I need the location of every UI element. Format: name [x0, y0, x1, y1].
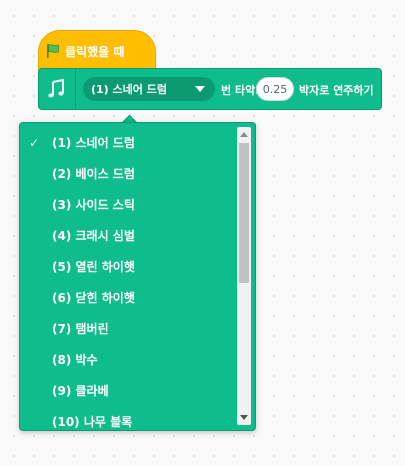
- drum-menu-item-label: (5) 열린 하이햇: [52, 260, 135, 274]
- green-flag-icon: [47, 44, 59, 58]
- drum-dropdown-menu: ✓ (1) 스네어 드럼 (2) 베이스 드럼 (3) 사이드 스틱 (4) 크래시 심…: [19, 122, 256, 431]
- checkmark-icon: ✓: [29, 135, 40, 150]
- drum-menu-item[interactable]: (5) 열린 하이햇: [20, 251, 232, 282]
- drum-menu-item-label: (3) 사이드 스틱: [52, 198, 135, 212]
- hat-block-row: 클릭했을 때: [45, 41, 124, 61]
- music-notes-icon: [48, 78, 64, 98]
- drum-menu-item-label: (10) 나무 블록: [52, 415, 133, 429]
- drum-menu-list: ✓ (1) 스네어 드럼 (2) 베이스 드럼 (3) 사이드 스틱 (4) 크래시 심…: [20, 127, 232, 430]
- drum-menu-item[interactable]: (10) 나무 블록: [20, 406, 232, 430]
- music-extension-icon-area: [39, 69, 76, 109]
- drum-menu-item-label: (7) 탬버린: [52, 322, 109, 336]
- drum-menu-item[interactable]: (9) 클라베: [20, 375, 232, 406]
- drum-dropdown-value: (1) 스네어 드럼: [91, 83, 167, 96]
- hat-block-label: 클릭했을 때: [65, 44, 125, 59]
- drum-menu-item-label: (2) 베이스 드럼: [52, 167, 135, 181]
- drum-menu-item-label: (4) 크래시 심벌: [52, 229, 135, 243]
- drum-menu-item[interactable]: (7) 탬버린: [20, 313, 232, 344]
- scroll-down-arrow-icon[interactable]: [240, 415, 248, 420]
- scroll-up-arrow-icon[interactable]: [240, 132, 248, 137]
- chevron-down-icon: [195, 86, 205, 92]
- dropdown-scrollbar[interactable]: [237, 127, 251, 425]
- drum-menu-item-label: (9) 클라베: [52, 384, 109, 398]
- beats-input[interactable]: 0.25: [256, 77, 294, 101]
- drum-menu-item-label: (8) 박수: [52, 353, 98, 367]
- scrollbar-thumb[interactable]: [239, 143, 249, 283]
- drum-menu-item[interactable]: ✓ (1) 스네어 드럼: [20, 127, 232, 158]
- play-drum-block[interactable]: (1) 스네어 드럼 번 타악기를 0.25 박자로 연주하기: [38, 68, 382, 110]
- drum-menu-item[interactable]: (8) 박수: [20, 344, 232, 375]
- drum-dropdown[interactable]: (1) 스네어 드럼: [83, 77, 215, 101]
- drum-menu-item[interactable]: (4) 크래시 심벌: [20, 220, 232, 251]
- drum-menu-item[interactable]: (2) 베이스 드럼: [20, 158, 232, 189]
- drum-menu-item[interactable]: (6) 닫힌 하이햇: [20, 282, 232, 313]
- block-text-beats-suffix: 박자로 연주하기: [299, 84, 374, 97]
- drum-menu-item-label: (1) 스네어 드럼: [52, 136, 135, 150]
- drum-menu-item[interactable]: (3) 사이드 스틱: [20, 189, 232, 220]
- drum-menu-item-label: (6) 닫힌 하이햇: [52, 291, 135, 305]
